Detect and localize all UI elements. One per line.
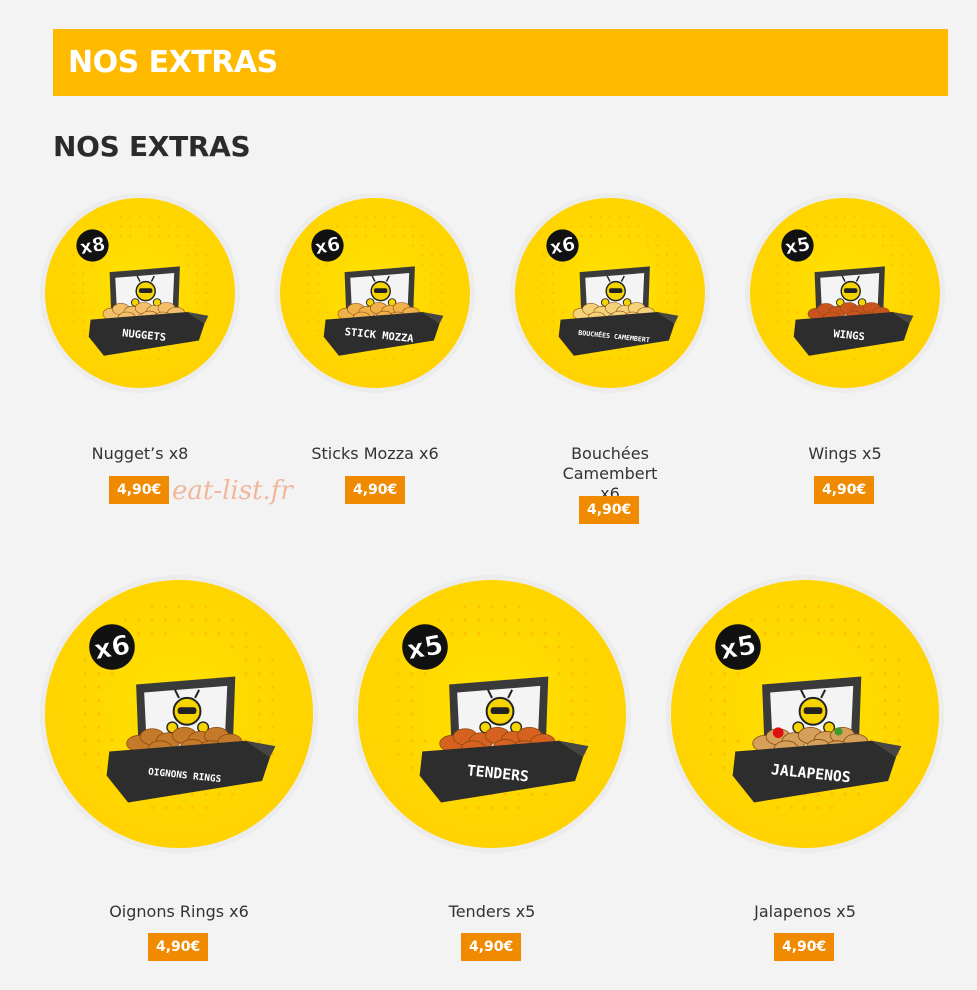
product-card[interactable]: OIGNONS RINGS x6 Oignons Rings x6 4,90€ <box>40 575 318 970</box>
header-banner: NOS EXTRAS <box>53 29 948 96</box>
badge-text: x5 <box>783 233 812 259</box>
product-image[interactable]: NUGGETS x8 <box>40 193 240 393</box>
product-price: 4,90€ <box>148 933 209 961</box>
product-name: Sticks Mozza x6 <box>311 444 439 463</box>
product-card[interactable]: WINGS x5 Wings x5 4,90€ <box>745 193 945 513</box>
badge-text: x8 <box>78 233 107 259</box>
product-name: Bouchées Camembert x6 <box>562 444 658 503</box>
product-image[interactable]: TENDERS x5 <box>353 575 631 853</box>
food-box-icon: JALAPENOSx5 <box>709 605 902 810</box>
food-box-icon: WINGSx5 <box>777 215 914 361</box>
product-image[interactable]: OIGNONS RINGS x6 <box>40 575 318 853</box>
product-price: 4,90€ <box>109 476 170 504</box>
food-box-icon: NUGGETSx8 <box>72 215 209 361</box>
banner-title: NOS EXTRAS <box>68 45 278 80</box>
product-card[interactable]: NUGGETS x8 Nugget’s x8 4,90€ <box>40 193 240 513</box>
product-image[interactable]: JALAPENOS x5 <box>666 575 944 853</box>
product-name: Jalapenos x5 <box>754 902 856 921</box>
product-price: 4,90€ <box>461 933 522 961</box>
product-card[interactable]: JALAPENOS x5 Jalapenos x5 4,90€ <box>666 575 944 970</box>
product-image[interactable]: STICK MOZZA x6 <box>275 193 475 393</box>
food-box-icon: STICK MOZZAx6 <box>307 215 444 361</box>
badge-text: x6 <box>548 233 577 259</box>
product-card[interactable]: BOUCHÉES CAMEMBERT x6 Bouchées Camembert … <box>510 193 710 533</box>
product-card[interactable]: STICK MOZZA x6 Sticks Mozza x6 4,90€ <box>275 193 475 513</box>
product-name: Tenders x5 <box>448 902 536 921</box>
product-price: 4,90€ <box>579 496 640 524</box>
badge-text: x5 <box>405 629 446 666</box>
food-box-icon: BOUCHÉES CAMEMBERTx6 <box>542 215 679 361</box>
badge-text: x5 <box>718 629 759 666</box>
product-image[interactable]: BOUCHÉES CAMEMBERT x6 <box>510 193 710 393</box>
product-price: 4,90€ <box>774 933 835 961</box>
badge-text: x6 <box>313 233 342 259</box>
product-name: Nugget’s x8 <box>91 444 189 463</box>
badge-text: x6 <box>92 629 133 666</box>
food-box-icon: OIGNONS RINGSx6 <box>83 605 276 810</box>
product-price: 4,90€ <box>814 476 875 504</box>
product-name: Oignons Rings x6 <box>109 902 249 921</box>
product-image[interactable]: WINGS x5 <box>745 193 945 393</box>
product-card[interactable]: TENDERS x5 Tenders x5 4,90€ <box>353 575 631 970</box>
food-box-icon: TENDERSx5 <box>396 605 589 810</box>
product-name: Wings x5 <box>808 444 882 463</box>
watermark: eat-list.fr <box>172 476 293 506</box>
section-title: NOS EXTRAS <box>53 130 251 163</box>
product-price: 4,90€ <box>345 476 406 504</box>
